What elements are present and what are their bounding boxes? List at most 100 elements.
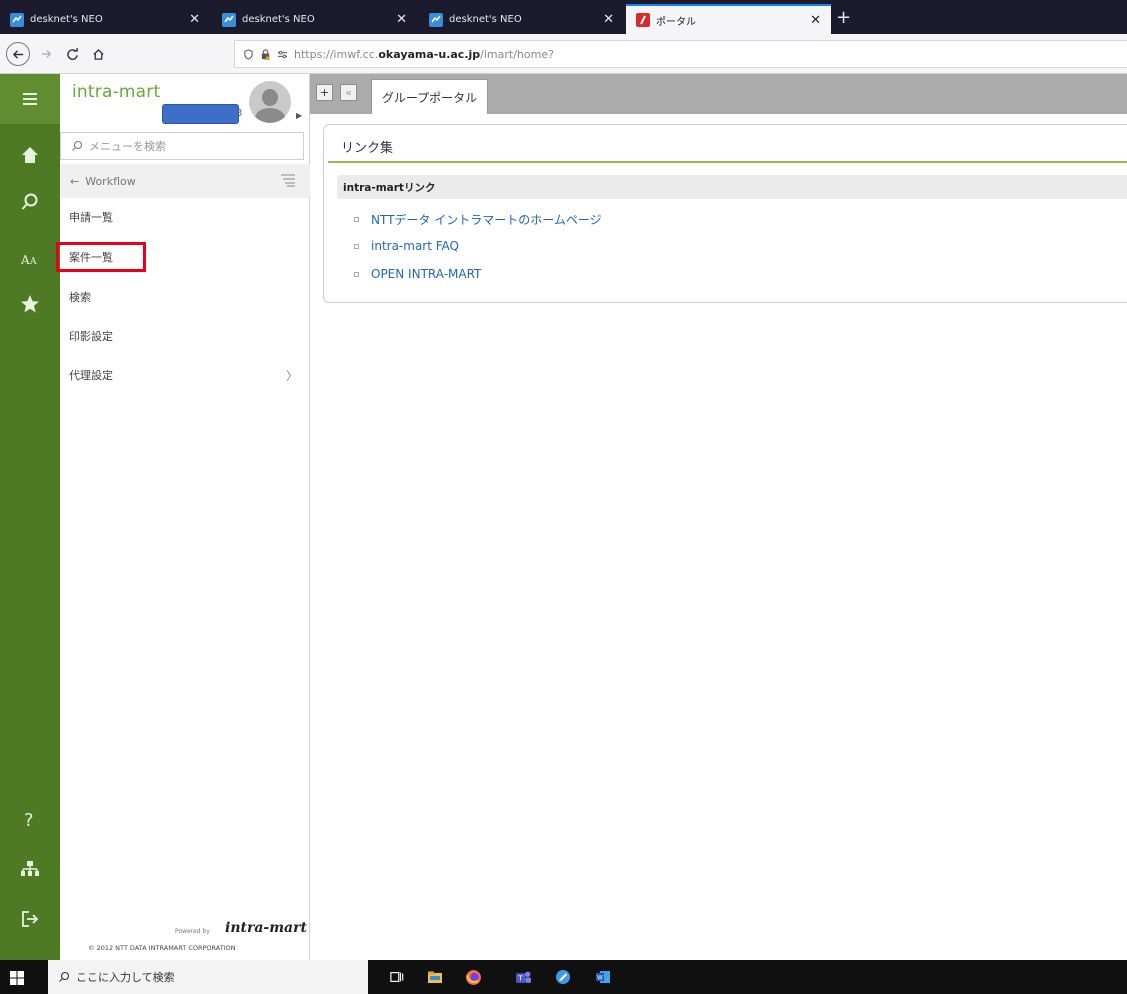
permissions-icon <box>277 49 288 60</box>
browser-navigation-bar: https://imwf.cc. okayama-u.ac.jp/imart/ho… <box>0 34 1127 74</box>
menu-item-label: 申請一覧 <box>69 211 113 224</box>
logout-icon[interactable] <box>15 904 45 934</box>
url-path: /imart/home? <box>480 47 554 61</box>
desknets-favicon-icon <box>10 12 24 27</box>
browser-tab-3[interactable]: desknet's NEO ✕ <box>419 5 624 34</box>
link-nttdata-intramart-homepage[interactable]: NTTデータ イントラマートのホームページ <box>354 211 602 228</box>
url-bar[interactable]: https://imwf.cc. okayama-u.ac.jp/imart/ho… <box>234 40 1127 68</box>
taskbar-search-input[interactable]: ここに入力して検索 <box>48 960 368 994</box>
help-icon[interactable]: ? <box>15 804 45 834</box>
svg-text:A: A <box>20 253 30 267</box>
font-size-icon[interactable]: AA <box>15 244 45 274</box>
bullet-icon <box>354 243 359 249</box>
home-icon <box>92 48 104 60</box>
portlet-title: リンク集 <box>341 141 394 156</box>
menu-item-label: 代理設定 <box>69 369 113 382</box>
workflow-back-link[interactable]: ← Workflow <box>60 164 310 198</box>
organization-chart-icon[interactable] <box>15 854 45 884</box>
reload-button[interactable] <box>60 42 84 66</box>
search-icon <box>72 140 83 151</box>
arrow-left-icon <box>12 49 23 59</box>
portlet-subheader: intra-martリンク <box>337 175 1127 199</box>
teams-icon[interactable]: T <box>512 966 534 988</box>
link-intramart-faq[interactable]: intra-mart FAQ <box>354 239 459 253</box>
taskbar-search-placeholder: ここに入力して検索 <box>76 971 175 984</box>
collapse-tabs-button[interactable]: « <box>340 84 357 101</box>
lock-warning-icon <box>260 48 271 60</box>
new-tab-button[interactable]: + <box>836 7 851 28</box>
link-open-intramart[interactable]: OPEN INTRA-MART <box>354 267 481 281</box>
windows-start-icon[interactable] <box>10 971 24 985</box>
arrow-left-icon: ← <box>70 174 80 188</box>
svg-text:T: T <box>517 973 523 982</box>
menu-item-application-list[interactable]: 申請一覧 <box>60 202 310 232</box>
windows-taskbar: ここに入力して検索 T W <box>0 960 1127 994</box>
close-tab-icon[interactable]: ✕ <box>810 14 821 27</box>
svg-text:A: A <box>29 257 37 267</box>
side-menu-panel: intra-mart 3 ▶ メニューを検索 ← Workflow 申請一覧 案… <box>60 74 310 960</box>
firefox-icon[interactable] <box>462 966 484 988</box>
browser-tab-title: ポータル <box>656 16 696 28</box>
link-label: intra-mart FAQ <box>371 239 460 253</box>
url-prefix: https://imwf.cc. <box>294 47 379 61</box>
app-icon[interactable] <box>552 966 574 988</box>
word-icon[interactable]: W <box>592 966 614 988</box>
link-label: NTTデータ イントラマートのホームページ <box>371 213 602 227</box>
browser-tab-title: desknet's NEO <box>449 14 522 25</box>
home-button[interactable] <box>86 42 110 66</box>
svg-text:?: ? <box>24 810 34 829</box>
menu-search-input[interactable]: メニューを検索 <box>60 132 304 160</box>
browser-tab-bar: desknet's NEO ✕ desknet's NEO ✕ desknet'… <box>0 0 1127 34</box>
search-icon <box>59 971 70 982</box>
forward-button[interactable] <box>34 42 58 66</box>
global-nav-rail: AA ? <box>0 74 60 960</box>
browser-tab-title: desknet's NEO <box>30 14 103 25</box>
file-explorer-icon[interactable] <box>424 966 446 988</box>
favorite-star-icon[interactable] <box>15 289 45 319</box>
browser-tab-title: desknet's NEO <box>242 14 315 25</box>
reload-icon <box>66 47 78 60</box>
task-view-icon[interactable] <box>386 966 408 988</box>
back-button[interactable] <box>6 42 30 66</box>
bullet-icon <box>354 217 359 222</box>
desknets-favicon-icon <box>429 12 443 27</box>
url-domain: okayama-u.ac.jp <box>378 47 481 61</box>
menu-item-proxy-settings[interactable]: 代理設定 〉 <box>60 360 310 390</box>
menu-item-label: 検索 <box>69 291 91 304</box>
hamburger-menu-icon[interactable] <box>15 84 45 114</box>
arrow-right-icon <box>41 50 52 58</box>
intramart-footer-logo: intra-mart <box>225 920 307 936</box>
user-name-suffix: 3 <box>236 108 243 119</box>
avatar-caret-icon[interactable]: ▶ <box>296 111 302 120</box>
search-icon[interactable] <box>15 187 45 217</box>
chevron-right-icon: 〉 <box>285 368 298 383</box>
close-tab-icon[interactable]: ✕ <box>189 13 200 26</box>
brand-logo: intra-mart <box>72 82 161 102</box>
shield-icon <box>243 48 254 60</box>
intramart-favicon-icon <box>636 13 650 27</box>
desknets-favicon-icon <box>222 12 236 27</box>
browser-tab-1[interactable]: desknet's NEO ✕ <box>0 5 210 34</box>
close-tab-icon[interactable]: ✕ <box>396 13 407 26</box>
svg-text:W: W <box>597 975 603 982</box>
menu-item-seal-settings[interactable]: 印影設定 <box>60 321 310 351</box>
menu-item-search[interactable]: 検索 <box>60 282 310 312</box>
copyright-text: © 2012 NTT DATA INTRAMART CORPORATION <box>88 944 236 952</box>
close-tab-icon[interactable]: ✕ <box>603 13 614 26</box>
user-name-redacted <box>162 104 239 124</box>
link-label: OPEN INTRA-MART <box>371 267 482 281</box>
add-tab-button[interactable]: + <box>316 84 333 101</box>
workflow-section-label: Workflow <box>85 174 136 188</box>
bullet-icon <box>354 271 359 277</box>
tab-group-portal[interactable]: グループポータル <box>371 79 488 114</box>
avatar[interactable] <box>249 81 291 123</box>
menu-stack-icon[interactable] <box>280 172 296 188</box>
menu-item-label: 印影設定 <box>69 330 113 343</box>
browser-tab-4-active[interactable]: ポータル ✕ <box>626 4 831 34</box>
powered-by-label: Powered by <box>175 928 210 935</box>
portlet-divider <box>328 161 1127 163</box>
menu-search-placeholder: メニューを検索 <box>89 140 166 153</box>
highlight-box <box>56 242 146 272</box>
home-icon[interactable] <box>15 140 45 170</box>
browser-tab-2[interactable]: desknet's NEO ✕ <box>212 5 417 34</box>
